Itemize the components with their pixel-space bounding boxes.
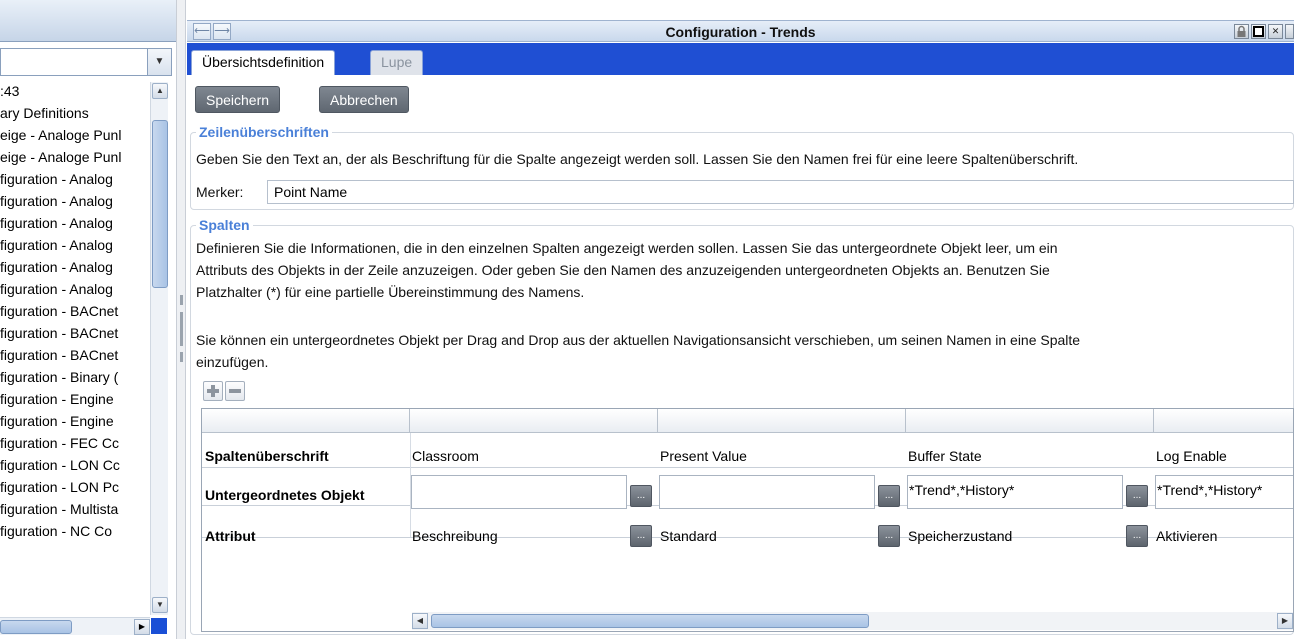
navigation-header bbox=[0, 0, 176, 42]
tree-item[interactable]: figuration - Analog bbox=[0, 190, 152, 212]
browse-button[interactable]: ... bbox=[1126, 525, 1148, 547]
tree-item[interactable]: figuration - NC Co bbox=[0, 520, 152, 542]
cancel-button[interactable]: Abbrechen bbox=[319, 86, 409, 113]
row-headings-description: Geben Sie den Text an, der als Beschrift… bbox=[196, 151, 1079, 167]
grid-header-cell bbox=[202, 409, 410, 433]
tree-item[interactable]: ary Definitions bbox=[0, 102, 152, 124]
grid-header-cell[interactable] bbox=[1154, 409, 1293, 433]
navigation-vertical-scrollbar[interactable]: ▲ ▼ bbox=[150, 82, 168, 615]
grid-header-cell[interactable] bbox=[658, 409, 906, 433]
tree-item[interactable]: figuration - Engine bbox=[0, 388, 152, 410]
tree-item[interactable]: figuration - Analog bbox=[0, 256, 152, 278]
grid-header-cell[interactable] bbox=[906, 409, 1154, 433]
splitter-grip-icon[interactable] bbox=[180, 312, 183, 346]
scroll-right-icon[interactable]: ▶ bbox=[134, 619, 150, 635]
scroll-left-icon[interactable]: ◀ bbox=[412, 613, 428, 629]
tree-item[interactable]: figuration - Analog bbox=[0, 212, 152, 234]
child-object-input[interactable]: *Trend*,*History* bbox=[1155, 475, 1293, 509]
columns-description-line: Attributs des Objekts in der Zeile anzuz… bbox=[196, 262, 1050, 278]
tree-item[interactable]: figuration - BACnet bbox=[0, 344, 152, 366]
tree-item[interactable]: eige - Analoge Punl bbox=[0, 146, 152, 168]
row-label-child-object: Untergeordnetes Objekt bbox=[205, 487, 365, 503]
merker-label: Merker: bbox=[196, 184, 244, 200]
tree-item[interactable]: figuration - Binary ( bbox=[0, 366, 152, 388]
tree-item[interactable]: eige - Analoge Punl bbox=[0, 124, 152, 146]
browse-button[interactable]: ... bbox=[878, 525, 900, 547]
child-object-input[interactable]: *Trend*,*History* bbox=[907, 475, 1123, 509]
save-button[interactable]: Speichern bbox=[195, 86, 281, 113]
navigation-horizontal-scrollbar[interactable]: ▶ bbox=[0, 617, 150, 635]
tree-item[interactable]: figuration - BACnet bbox=[0, 300, 152, 322]
tab-bar: Übersichtsdefinition Lupe bbox=[187, 43, 1294, 75]
column-heading-cell[interactable]: Log Enable bbox=[1156, 446, 1227, 466]
splitter-arrow-icon[interactable] bbox=[180, 295, 183, 305]
tab-overview-definition[interactable]: Übersichtsdefinition bbox=[191, 50, 336, 75]
columns-grid: Spaltenüberschrift Untergeordnetes Objek… bbox=[201, 408, 1294, 632]
child-object-input[interactable] bbox=[411, 475, 627, 509]
tab-magnifier[interactable]: Lupe bbox=[370, 50, 424, 75]
remove-column-button[interactable] bbox=[225, 381, 245, 401]
scroll-up-icon[interactable]: ▲ bbox=[152, 83, 168, 99]
scroll-down-icon[interactable]: ▼ bbox=[152, 597, 168, 613]
column-heading-cell[interactable]: Buffer State bbox=[908, 446, 982, 466]
section-title: Spalten bbox=[196, 216, 253, 234]
attribute-cell[interactable]: Speicherzustand bbox=[908, 526, 1012, 546]
tree-item[interactable]: figuration - Engine bbox=[0, 410, 152, 432]
drag-hint-line: Sie können ein untergeordnetes Objekt pe… bbox=[196, 332, 1081, 348]
restore-icon[interactable] bbox=[1251, 24, 1266, 39]
row-label-attribute: Attribut bbox=[205, 528, 256, 544]
chevron-down-icon[interactable]: ▼ bbox=[147, 49, 171, 75]
close-icon[interactable]: ✕ bbox=[1268, 24, 1283, 39]
add-column-button[interactable] bbox=[203, 381, 223, 401]
tree-item[interactable]: figuration - LON Cc bbox=[0, 454, 152, 476]
scroll-right-icon[interactable]: ▶ bbox=[1277, 613, 1293, 629]
tree-item[interactable]: figuration - BACnet bbox=[0, 322, 152, 344]
splitter-arrow-icon[interactable] bbox=[180, 352, 183, 362]
status-indicator bbox=[151, 618, 167, 634]
window-menu-icon[interactable] bbox=[1285, 24, 1294, 39]
grid-horizontal-scrollbar[interactable]: ◀ ▶ bbox=[412, 612, 1293, 630]
column-heading-cell[interactable]: Classroom bbox=[412, 446, 479, 466]
browse-button[interactable]: ... bbox=[1126, 485, 1148, 507]
scrollbar-thumb[interactable] bbox=[0, 620, 72, 634]
browse-button[interactable]: ... bbox=[630, 525, 652, 547]
navigation-pane: ▼ :43 ary Definitions eige - Analoge Pun… bbox=[0, 0, 176, 639]
pane-splitter[interactable] bbox=[176, 0, 186, 639]
scrollbar-thumb[interactable] bbox=[152, 120, 168, 288]
tree-item[interactable]: figuration - Analog bbox=[0, 168, 152, 190]
drag-hint-line: einzufügen. bbox=[196, 354, 269, 370]
merker-input[interactable]: Point Name bbox=[267, 180, 1294, 204]
browse-button[interactable]: ... bbox=[878, 485, 900, 507]
restore-glyph bbox=[1253, 26, 1264, 37]
attribute-cell[interactable]: Beschreibung bbox=[412, 526, 498, 546]
attribute-cell[interactable]: Aktivieren bbox=[1156, 526, 1217, 546]
tree-item[interactable]: figuration - LON Pc bbox=[0, 476, 152, 498]
plus-icon bbox=[207, 385, 219, 397]
minus-icon bbox=[229, 389, 241, 393]
navigation-tree: :43 ary Definitions eige - Analoge Punl … bbox=[0, 80, 152, 615]
tree-item[interactable]: figuration - FEC Cc bbox=[0, 432, 152, 454]
lock-icon[interactable] bbox=[1234, 24, 1249, 39]
column-heading-cell[interactable]: Present Value bbox=[660, 446, 747, 466]
columns-description-line: Platzhalter (*) für eine partielle Übere… bbox=[196, 284, 585, 300]
navigation-view-select[interactable]: ▼ bbox=[0, 48, 172, 76]
child-object-input[interactable] bbox=[659, 475, 875, 509]
browse-button[interactable]: ... bbox=[630, 485, 652, 507]
section-title: Zeilenüberschriften bbox=[196, 123, 332, 141]
window-titlebar: ⟵ ⟶ Configuration - Trends ✕ bbox=[187, 20, 1294, 42]
grid-row-divider bbox=[202, 467, 1293, 468]
tree-item[interactable]: figuration - Analog bbox=[0, 234, 152, 256]
columns-description-line: Definieren Sie die Informationen, die in… bbox=[196, 240, 1058, 256]
tree-item[interactable]: :43 bbox=[0, 80, 152, 102]
row-label-column-heading: Spaltenüberschrift bbox=[205, 448, 329, 464]
configuration-window: ⟵ ⟶ Configuration - Trends ✕ Übersichtsd… bbox=[187, 0, 1294, 639]
attribute-cell[interactable]: Standard bbox=[660, 526, 717, 546]
tree-item[interactable]: figuration - Multista bbox=[0, 498, 152, 520]
lock-glyph bbox=[1237, 25, 1246, 37]
scrollbar-thumb[interactable] bbox=[431, 614, 869, 628]
grid-header-cell[interactable] bbox=[410, 409, 658, 433]
window-title: Configuration - Trends bbox=[665, 24, 816, 40]
tree-item[interactable]: figuration - Analog bbox=[0, 278, 152, 300]
